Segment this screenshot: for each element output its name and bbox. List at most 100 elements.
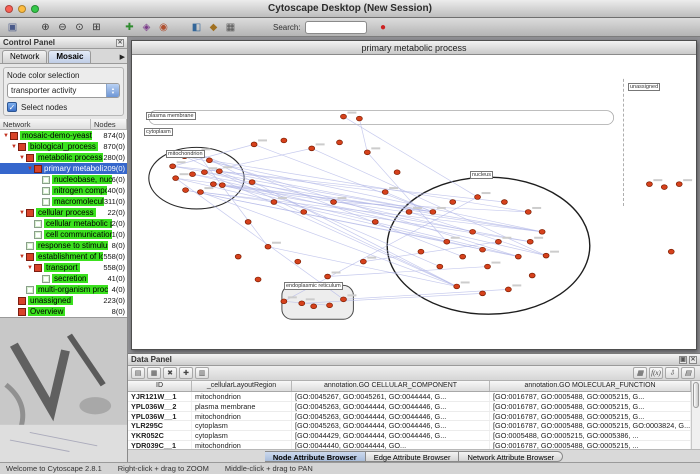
attribute-matrix-icon[interactable]: ▦ <box>633 367 647 379</box>
zoom-out-icon[interactable]: ⊖ <box>54 19 71 35</box>
attribute-toolbar-left-icons: ▤▦✖✚▥ <box>131 367 211 379</box>
tree-node-count: 1(0) <box>112 230 127 239</box>
expand-arrow-icon[interactable]: ▼ <box>18 155 26 161</box>
layout-icon[interactable]: ◉ <box>155 19 172 35</box>
network-canvas[interactable]: plasma membrane cytoplasm mitochondrion … <box>132 55 696 349</box>
tree-header-nodes[interactable]: Nodes <box>91 119 127 129</box>
expand-arrow-icon[interactable]: ▼ <box>18 210 26 216</box>
select-attributes-icon[interactable]: ▤ <box>131 367 145 379</box>
formula-builder-icon[interactable]: f(x) <box>649 367 663 379</box>
tree-row[interactable]: ▼ cellular process 22(0) <box>0 207 127 218</box>
node-color-dropdown[interactable]: transporter activity ▲▼ <box>7 83 120 98</box>
cell-function: [GO:0005488, GO:0005215, GO:0005386, ... <box>490 431 691 440</box>
tree-row[interactable]: Overview 8(0) <box>0 306 127 317</box>
table-row[interactable]: YDR039C__1 mitochondrion [GO:0044440, GO… <box>128 441 691 449</box>
vizmapper-icon[interactable]: ◈ <box>138 19 155 35</box>
clear-attribute-icon[interactable]: ▥ <box>195 367 209 379</box>
expand-arrow-icon[interactable]: ▼ <box>18 254 26 260</box>
network-view-titlebar[interactable]: primary metabolic process <box>132 41 696 55</box>
zoom-selected-icon[interactable]: ⊙ <box>71 19 88 35</box>
network-node-icon <box>34 264 42 272</box>
attribute-browser-tab[interactable]: Node Attribute Browser <box>265 451 366 462</box>
tab-overflow-arrow-icon[interactable]: ▶ <box>120 53 125 63</box>
column-header-function[interactable]: annotation.GO MOLECULAR_FUNCTION <box>490 381 691 391</box>
tree-row[interactable]: ▼ metabolic process 280(0) <box>0 152 127 163</box>
tree-row[interactable]: ▼ primary metabolic process 209(0) <box>0 163 127 174</box>
cell-region: cytoplasm <box>192 431 292 440</box>
tree-row[interactable]: cellular metabolic process 2(0) <box>0 218 127 229</box>
network-view-title: primary metabolic process <box>361 43 466 53</box>
scrollbar-thumb[interactable] <box>693 382 699 408</box>
attribute-browser-tab[interactable]: Edge Attribute Browser <box>366 451 460 462</box>
network-node-icon <box>10 132 18 140</box>
region-label-mitochondrion: mitochondrion <box>166 150 205 158</box>
birdseye-view[interactable] <box>0 317 127 462</box>
network-view-window[interactable]: primary metabolic process plasma membran… <box>131 40 697 350</box>
tree-label: nucleobase, nucleoside, nucleotide and n… <box>52 175 112 184</box>
close-panel-icon[interactable]: ✕ <box>689 356 697 364</box>
table-row[interactable]: YKR052C cytoplasm [GO:0044429, GO:004444… <box>128 431 691 441</box>
cell-function: [GO:0016787, GO:0005488, GO:0005215, G..… <box>490 402 691 411</box>
network-workspace: primary metabolic process plasma membran… <box>128 37 700 353</box>
expand-arrow-icon[interactable]: ▼ <box>2 133 10 139</box>
annotation-icon[interactable]: ✚ <box>121 19 138 35</box>
close-control-panel-icon[interactable]: ✕ <box>116 39 124 47</box>
import-attributes-icon[interactable]: ⇩ <box>665 367 679 379</box>
data-panel-header: Data Panel ▣✕ <box>128 354 700 366</box>
tree-node-count: 558(0) <box>103 263 127 272</box>
manage-plugins-icon[interactable]: ◧ <box>188 19 205 35</box>
tree-node-count: 8(0) <box>112 241 127 250</box>
tree-row[interactable]: ▼ mosaic-demo-yeast 874(0) <box>0 130 127 141</box>
table-row[interactable]: YPL036W__2 plasma membrane [GO:0045263, … <box>128 402 691 412</box>
cell-component: [GO:0045263, GO:0044444, GO:0044446, G..… <box>292 402 490 411</box>
table-scrollbar[interactable] <box>691 381 700 449</box>
search-input[interactable] <box>305 21 367 34</box>
column-header-id[interactable]: ID <box>128 381 192 391</box>
delete-attribute-icon[interactable]: ✖ <box>163 367 177 379</box>
tree-row[interactable]: nucleobase, nucleoside, nucleotide and n… <box>0 174 127 185</box>
create-attribute-icon[interactable]: ▦ <box>147 367 161 379</box>
tree-row[interactable]: cell communication 1(0) <box>0 229 127 240</box>
cygoose-icon[interactable]: ◆ <box>205 19 222 35</box>
select-nodes-checkbox[interactable]: ✓ <box>7 102 17 112</box>
tree-row[interactable]: nitrogen compound metabolic process 40(0… <box>0 185 127 196</box>
rename-attribute-icon[interactable]: ✚ <box>179 367 193 379</box>
cell-id: YKR052C <box>128 431 192 440</box>
table-row[interactable]: YLR295C cytoplasm [GO:0045263, GO:004444… <box>128 421 691 431</box>
column-header-component[interactable]: annotation.GO CELLULAR_COMPONENT <box>292 381 490 391</box>
tree-row[interactable]: secretion 41(0) <box>0 273 127 284</box>
grid-icon[interactable]: ▦ <box>222 19 239 35</box>
tree-header-network[interactable]: Network <box>0 119 91 129</box>
expand-arrow-icon[interactable]: ▼ <box>26 166 34 172</box>
zoom-in-icon[interactable]: ⊕ <box>37 19 54 35</box>
tree-row[interactable]: ▼ establishment of localization 558(0) <box>0 251 127 262</box>
zoom-fit-icon[interactable]: ⊞ <box>88 19 105 35</box>
attribute-browser-tab[interactable]: Network Attribute Browser <box>459 451 563 462</box>
file-icon[interactable]: ▤ <box>681 367 695 379</box>
tree-node-count: 6(0) <box>112 175 127 184</box>
table-row[interactable]: YJR121W__1 mitochondrion [GO:0045267, GO… <box>128 392 691 402</box>
save-session-icon[interactable]: ▣ <box>4 19 21 35</box>
tree-row[interactable]: multi-organism process 4(0) <box>0 284 127 295</box>
float-panel-icon[interactable]: ▣ <box>679 356 687 364</box>
table-row[interactable]: YPL036W__1 mitochondrion [GO:0045263, GO… <box>128 412 691 422</box>
tree-node-count: 209(0) <box>103 164 127 173</box>
tree-row[interactable]: ▼ transport 558(0) <box>0 262 127 273</box>
tree-row[interactable]: response to stimulus 8(0) <box>0 240 127 251</box>
cell-function: [GO:0016787, GO:0005488, GO:0005215, GO:… <box>490 421 691 430</box>
network-tree: ▼ mosaic-demo-yeast 874(0) ▼ biological_… <box>0 130 127 317</box>
expand-arrow-icon[interactable]: ▼ <box>26 265 34 271</box>
tab[interactable]: Mosaic <box>48 50 91 63</box>
cell-function: [GO:0016787, GO:0005488, GO:0005215, ... <box>490 441 691 449</box>
tree-row[interactable]: unassigned 223(0) <box>0 295 127 306</box>
network-nodes[interactable] <box>170 112 692 309</box>
record-icon[interactable]: ● <box>375 19 392 35</box>
column-header-region[interactable]: _cellularLayoutRegion <box>192 381 292 391</box>
node-color-selection-label: Node color selection <box>7 71 120 80</box>
expand-arrow-icon[interactable]: ▼ <box>10 144 18 150</box>
toolbar-icon-glyph: ◆ <box>210 22 218 33</box>
data-panel: Data Panel ▣✕ ▤▦✖✚▥ ▦f(x)⇩▤ ID _cel <box>128 353 700 462</box>
tab[interactable]: Network <box>2 50 47 63</box>
tree-row[interactable]: ▼ biological_process 870(0) <box>0 141 127 152</box>
tree-row[interactable]: macromolecule metabolic process 311(0) <box>0 196 127 207</box>
